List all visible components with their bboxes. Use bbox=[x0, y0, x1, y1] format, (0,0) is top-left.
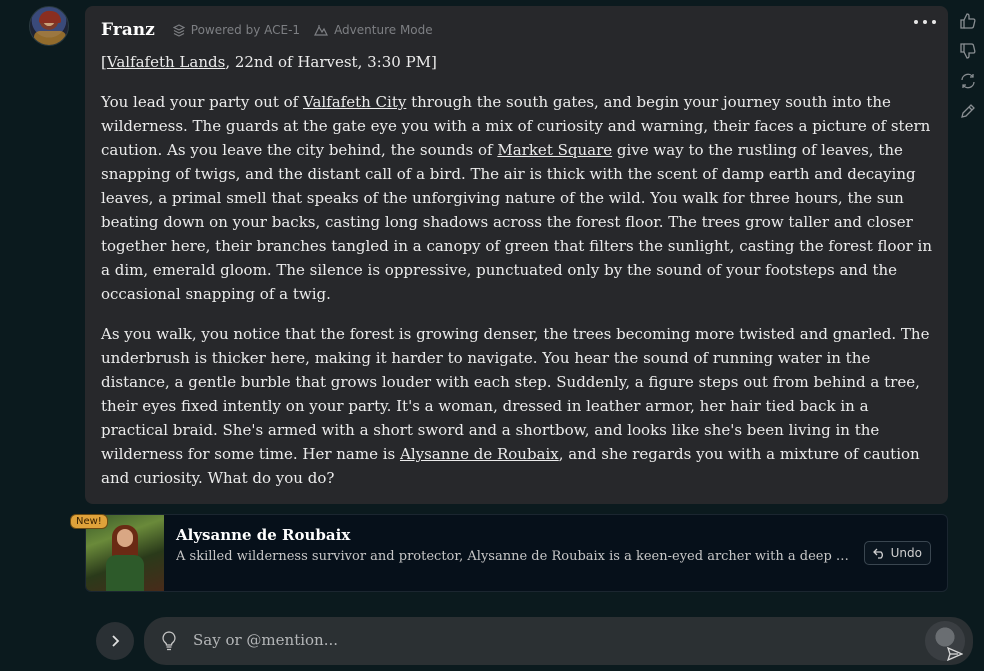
undo-icon bbox=[872, 548, 883, 559]
character-description: A skilled wilderness survivor and protec… bbox=[176, 549, 856, 564]
layers-icon bbox=[172, 23, 185, 37]
mode-label: Adventure Mode bbox=[314, 23, 433, 37]
message-card: Franz Powered by ACE-1 Adventure Mode [V… bbox=[85, 6, 948, 504]
message-actions bbox=[959, 12, 977, 132]
send-icon[interactable] bbox=[947, 647, 963, 661]
character-name: Alysanne de Roubaix bbox=[176, 526, 351, 544]
story-text: [Valfafeth Lands, 22nd of Harvest, 3:30 … bbox=[101, 50, 936, 506]
story-paragraph-1: You lead your party out of Valfafeth Cit… bbox=[101, 93, 933, 303]
undo-button[interactable]: Undo bbox=[863, 541, 931, 565]
valfafeth-city-link[interactable]: Valfafeth City bbox=[303, 93, 406, 111]
continue-button[interactable] bbox=[96, 622, 134, 660]
alysanne-link[interactable]: Alysanne de Roubaix bbox=[400, 445, 559, 463]
mountain-icon bbox=[314, 25, 329, 36]
composer-input[interactable]: Say or @mention... bbox=[193, 631, 338, 649]
message-composer[interactable]: Say or @mention... bbox=[144, 617, 973, 665]
refresh-icon[interactable] bbox=[959, 72, 977, 90]
location-link[interactable]: Valfafeth Lands bbox=[107, 53, 225, 71]
chevron-right-icon bbox=[112, 635, 120, 647]
more-icon[interactable] bbox=[914, 16, 936, 28]
story-paragraph-2: As you walk, you notice that the forest … bbox=[101, 325, 930, 487]
new-badge: New! bbox=[70, 514, 108, 529]
thumbs-down-icon[interactable] bbox=[959, 42, 977, 60]
thumbs-up-icon[interactable] bbox=[959, 12, 977, 30]
market-square-link[interactable]: Market Square bbox=[497, 141, 612, 159]
pencil-icon[interactable] bbox=[959, 102, 977, 120]
powered-by-label: Powered by ACE-1 bbox=[172, 23, 300, 37]
undo-label: Undo bbox=[890, 546, 922, 560]
location-line: [Valfafeth Lands, 22nd of Harvest, 3:30 … bbox=[101, 53, 437, 71]
new-character-card[interactable]: Alysanne de Roubaix A skilled wilderness… bbox=[85, 514, 948, 592]
message-header: Franz Powered by ACE-1 Adventure Mode bbox=[101, 20, 433, 40]
speaker-name: Franz bbox=[101, 20, 155, 40]
narrator-avatar[interactable] bbox=[29, 6, 69, 46]
lightbulb-icon[interactable] bbox=[162, 631, 176, 651]
